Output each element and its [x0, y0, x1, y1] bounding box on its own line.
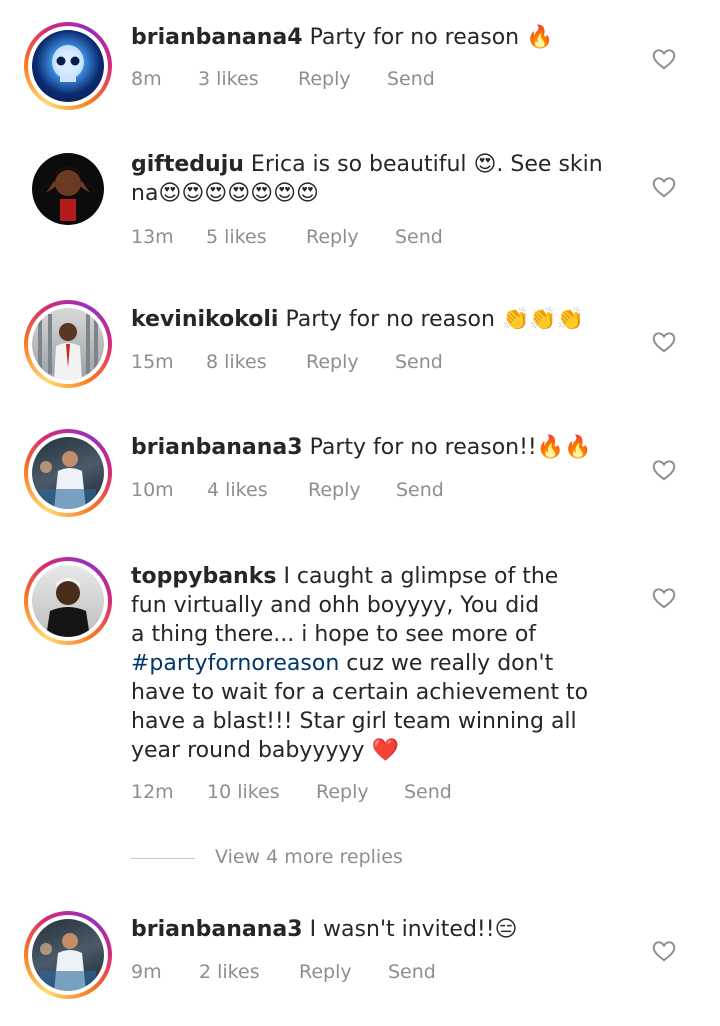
comment-time: 8m	[131, 68, 162, 90]
comment-username[interactable]: brianbanana3	[131, 917, 303, 942]
comment-text: kevinikokoli Party for no reason 👏👏👏	[131, 305, 611, 334]
comment-text: gifteduju Erica is so beautiful 😍. See s…	[131, 150, 611, 208]
avatar[interactable]	[24, 557, 112, 645]
comment-body: have to wait for a certain achievement t…	[131, 680, 589, 705]
hashtag-link[interactable]: #partyfornoreason	[131, 651, 339, 676]
comment-body: Erica is so beautiful 😍. See skin	[250, 152, 603, 177]
comment-likes[interactable]: 3 likes	[198, 68, 259, 90]
reply-button[interactable]: Reply	[308, 479, 361, 501]
send-button[interactable]: Send	[388, 961, 436, 983]
heart-outline-icon[interactable]	[651, 174, 677, 200]
comment-body: Party for no reason 👏👏👏	[285, 307, 585, 332]
comment-username[interactable]: gifteduju	[131, 152, 244, 177]
heart-outline-icon[interactable]	[651, 585, 677, 611]
avatar[interactable]	[24, 429, 112, 517]
comment-username[interactable]: brianbanana3	[131, 435, 303, 460]
comment-body: fun virtually and ohh boyyyy, You did	[131, 593, 540, 618]
comment-body: a thing there... i hope to see more of	[131, 622, 537, 647]
comment-time: 13m	[131, 226, 174, 248]
comment-body: I caught a glimpse of the	[283, 564, 559, 589]
comment-likes[interactable]: 8 likes	[206, 351, 267, 373]
view-replies-label[interactable]: View 4 more replies	[215, 846, 403, 868]
heart-outline-icon[interactable]	[651, 329, 677, 355]
avatar[interactable]	[24, 22, 112, 110]
send-button[interactable]: Send	[404, 781, 452, 803]
send-button[interactable]: Send	[387, 68, 435, 90]
comment-time: 15m	[131, 351, 174, 373]
comment-body: I wasn't invited!!😑	[309, 917, 518, 942]
comment-text: brianbanana4 Party for no reason 🔥	[131, 23, 611, 52]
comment-time: 10m	[131, 479, 174, 501]
comment-text: toppybanks I caught a glimpse of the fun…	[131, 562, 611, 765]
comment-likes[interactable]: 5 likes	[206, 226, 267, 248]
comment-likes[interactable]: 10 likes	[207, 781, 280, 803]
comment-likes[interactable]: 4 likes	[207, 479, 268, 501]
reply-button[interactable]: Reply	[306, 351, 359, 373]
avatar[interactable]	[24, 911, 112, 999]
heart-outline-icon[interactable]	[651, 46, 677, 72]
comment-text: brianbanana3 I wasn't invited!!😑	[131, 915, 611, 944]
avatar[interactable]	[24, 300, 112, 388]
comment-time: 9m	[131, 961, 162, 983]
comment-body: Party for no reason 🔥	[309, 25, 554, 50]
comment-username[interactable]: toppybanks	[131, 564, 276, 589]
comment-body: cuz we really don't	[339, 651, 554, 676]
heart-outline-icon[interactable]	[651, 938, 677, 964]
reply-button[interactable]: Reply	[306, 226, 359, 248]
reply-button[interactable]: Reply	[299, 961, 352, 983]
replies-divider	[131, 858, 195, 859]
reply-button[interactable]: Reply	[298, 68, 351, 90]
send-button[interactable]: Send	[395, 226, 443, 248]
comment-body: na😍😍😍😍😍😍😍	[131, 181, 319, 206]
comment-likes[interactable]: 2 likes	[199, 961, 260, 983]
comment-username[interactable]: kevinikokoli	[131, 307, 278, 332]
comment-time: 12m	[131, 781, 174, 803]
reply-button[interactable]: Reply	[316, 781, 369, 803]
heart-outline-icon[interactable]	[651, 457, 677, 483]
send-button[interactable]: Send	[396, 479, 444, 501]
comment-body: have a blast!!! Star girl team winning a…	[131, 709, 577, 734]
comment-username[interactable]: brianbanana4	[131, 25, 303, 50]
comment-text: brianbanana3 Party for no reason!!🔥🔥	[131, 433, 611, 462]
avatar[interactable]	[24, 145, 112, 233]
comment-body: Party for no reason!!🔥🔥	[309, 435, 592, 460]
send-button[interactable]: Send	[395, 351, 443, 373]
comment-body: year round babyyyyy ❤️	[131, 738, 399, 763]
